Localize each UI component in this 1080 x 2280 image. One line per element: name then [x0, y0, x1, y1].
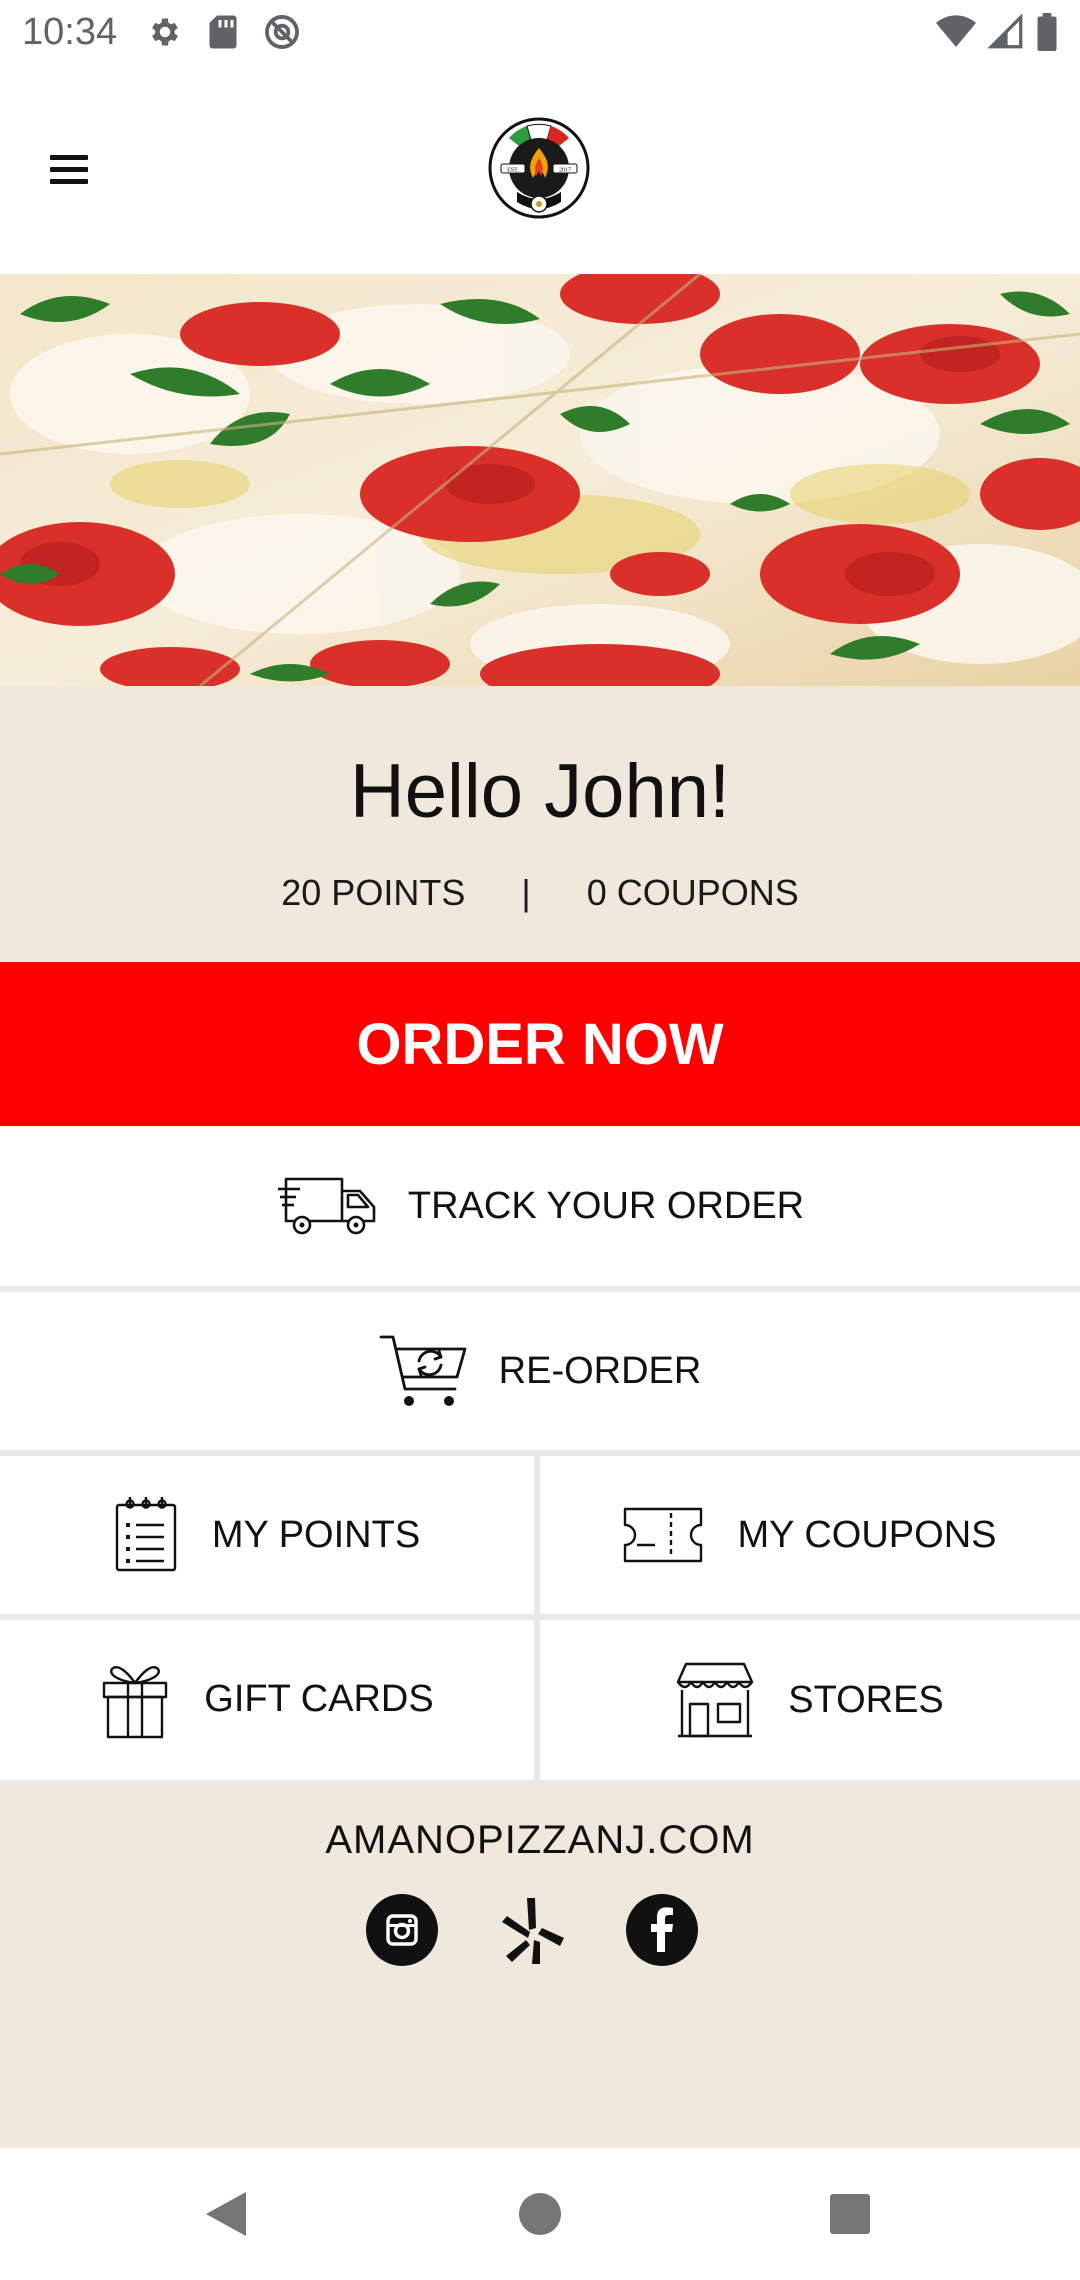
cart-refresh-icon — [379, 1335, 467, 1406]
notepad-list-icon — [115, 1497, 177, 1572]
recents-icon[interactable] — [822, 2186, 878, 2242]
storefront-icon — [677, 1662, 754, 1738]
status-icons-right — [936, 13, 1058, 51]
my-points-button[interactable]: MY POINTS — [0, 1456, 534, 1614]
hamburger-menu-icon — [50, 154, 88, 160]
delivery-truck-icon — [277, 1177, 376, 1235]
social-links — [0, 1894, 1080, 1970]
stores-label: STORES — [788, 1678, 944, 1721]
status-time: 10:34 — [22, 10, 118, 53]
my-coupons-button[interactable]: MY COUPONS — [540, 1456, 1080, 1614]
logo[interactable]: EST. 2017 — [487, 116, 591, 224]
hero-pizza-image — [0, 274, 1080, 686]
logo-year-text: 2017 — [559, 168, 571, 174]
home-icon[interactable] — [512, 2186, 568, 2242]
my-points-label: MY POINTS — [211, 1513, 421, 1556]
gift-cards-button[interactable]: GIFT CARDS — [0, 1620, 534, 1778]
track-order-label: TRACK YOUR ORDER — [407, 1184, 805, 1227]
footer: AMANOPIZZANJ.COM — [0, 1786, 1080, 2148]
order-now-button[interactable]: ORDER NOW — [0, 962, 1080, 1126]
website-link[interactable]: AMANOPIZZANJ.COM — [0, 1818, 1080, 1863]
greeting-panel: Hello John! 20 POINTS | 0 COUPONS — [0, 686, 1080, 962]
reorder-label: RE-ORDER — [498, 1349, 702, 1392]
status-bar: 10:34 — [0, 0, 1080, 64]
logo-est-text: EST. — [507, 168, 519, 174]
battery-icon — [1037, 13, 1057, 51]
sd-card-icon — [209, 15, 237, 49]
instagram-icon[interactable] — [366, 1894, 438, 1966]
menu-button[interactable] — [50, 144, 116, 194]
stats-row: 20 POINTS | 0 COUPONS — [0, 872, 1080, 914]
stats-separator: | — [521, 872, 531, 913]
wifi-icon — [936, 15, 976, 48]
do-not-disturb-icon — [265, 15, 300, 49]
greeting-title: Hello John! — [349, 749, 731, 834]
track-order-button[interactable]: TRACK YOUR ORDER — [0, 1126, 1080, 1286]
cell-signal-icon — [988, 14, 1023, 49]
my-coupons-label: MY COUPONS — [737, 1513, 997, 1556]
pizza-photo — [0, 274, 1080, 686]
system-nav-bar — [0, 2148, 1080, 2280]
points-count[interactable]: 20 POINTS — [281, 872, 465, 914]
coupons-count[interactable]: 0 COUPONS — [587, 872, 799, 914]
coupon-ticket-icon — [624, 1507, 703, 1563]
status-icons-left — [147, 13, 301, 51]
stores-button[interactable]: STORES — [540, 1620, 1080, 1780]
settings-icon — [152, 18, 178, 46]
gift-cards-label: GIFT CARDS — [204, 1677, 434, 1720]
reorder-button[interactable]: RE-ORDER — [0, 1292, 1080, 1450]
yelp-icon[interactable] — [496, 1894, 568, 1966]
gift-box-icon — [103, 1666, 168, 1739]
facebook-icon[interactable] — [626, 1894, 698, 1966]
back-icon[interactable] — [198, 2186, 254, 2242]
app-header: EST. 2017 — [0, 64, 1080, 274]
